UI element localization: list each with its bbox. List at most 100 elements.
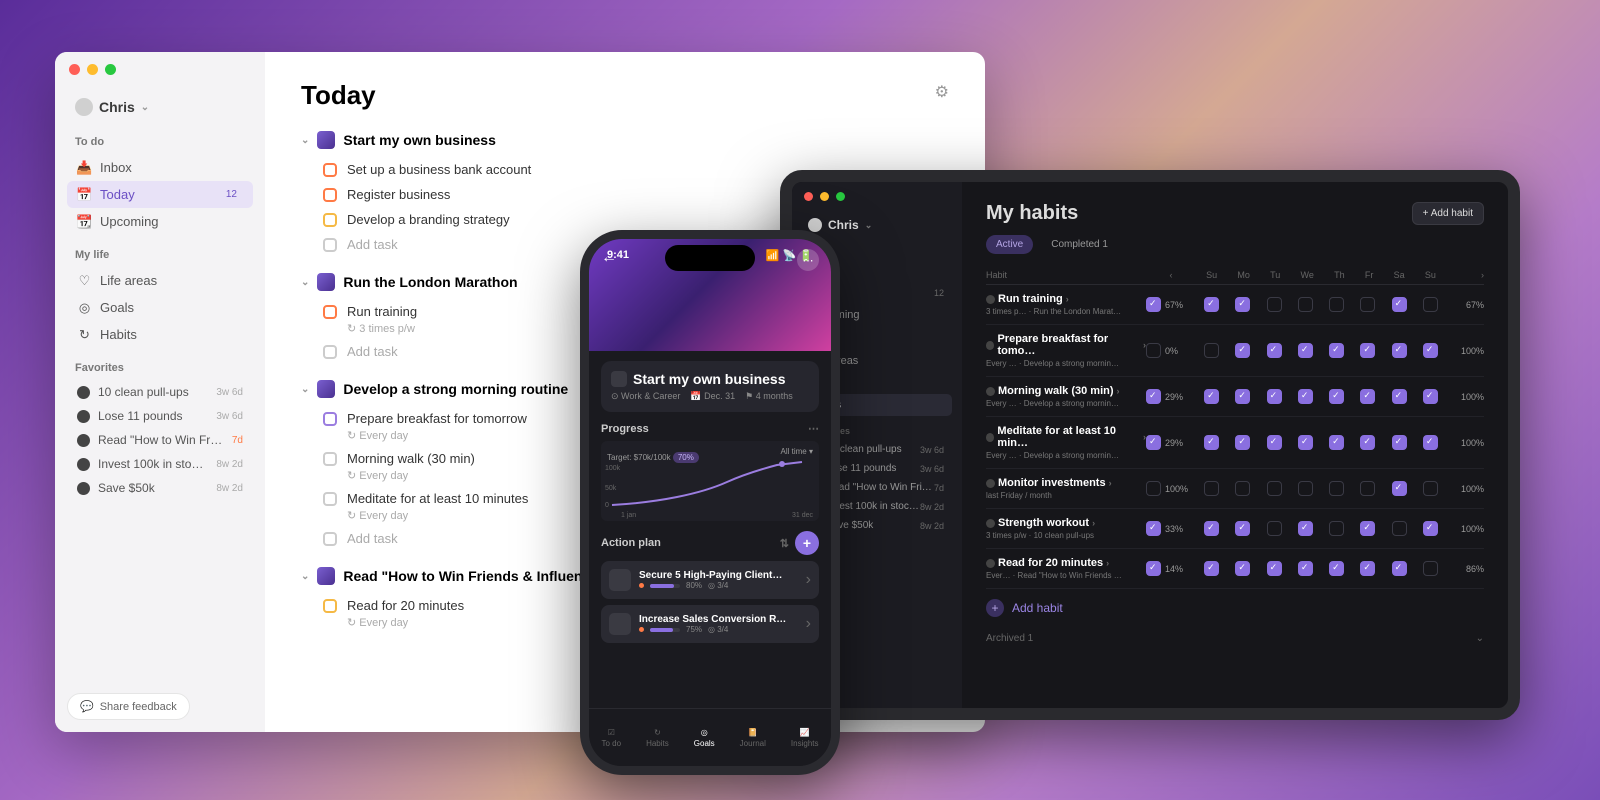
checkbox[interactable] (323, 163, 337, 177)
user-menu[interactable]: Chris ⌄ (67, 92, 253, 122)
tab-goals[interactable]: ◎Goals (694, 728, 715, 748)
habit-checkbox[interactable] (1235, 521, 1250, 536)
back-button[interactable]: ← (601, 249, 617, 267)
tab-insights[interactable]: 📈Insights (791, 728, 819, 748)
checkbox[interactable] (323, 305, 337, 319)
habit-checkbox[interactable] (1235, 561, 1250, 576)
more-icon[interactable]: ⋯ (808, 422, 819, 435)
habit-checkbox[interactable] (1267, 561, 1282, 576)
habit-checkbox[interactable] (1329, 561, 1344, 576)
habit-checkbox[interactable] (1204, 481, 1219, 496)
habit-checkbox[interactable] (1146, 389, 1161, 404)
habit-checkbox[interactable] (1267, 389, 1282, 404)
habit-checkbox[interactable] (1329, 521, 1344, 536)
tab-completed[interactable]: Completed 1 (1041, 235, 1118, 254)
habit-checkbox[interactable] (1360, 297, 1375, 312)
checkbox[interactable] (323, 532, 337, 546)
archived-section[interactable]: Archived 1⌄ (986, 633, 1484, 644)
habit-checkbox[interactable] (1423, 435, 1438, 450)
habit-checkbox[interactable] (1235, 481, 1250, 496)
checkbox[interactable] (323, 599, 337, 613)
habit-info[interactable]: Read for 20 minutes ›Ever… · Read "How t… (986, 557, 1146, 580)
habit-checkbox[interactable] (1267, 521, 1282, 536)
nav-today[interactable]: 📅Today12 (67, 181, 253, 208)
habit-checkbox[interactable] (1298, 481, 1313, 496)
habit-checkbox[interactable] (1423, 521, 1438, 536)
tab-habits[interactable]: ↻Habits (646, 728, 669, 748)
filter-icon[interactable]: ⚙ (935, 82, 949, 102)
habit-checkbox[interactable] (1267, 481, 1282, 496)
sort-icon[interactable]: ⇅ (780, 537, 789, 550)
habit-checkbox[interactable] (1235, 297, 1250, 312)
habit-checkbox[interactable] (1423, 561, 1438, 576)
tab-journal[interactable]: 📔Journal (740, 728, 766, 748)
tab-todo[interactable]: ☑To do (602, 728, 622, 748)
habit-checkbox[interactable] (1423, 297, 1438, 312)
checkbox[interactable] (323, 238, 337, 252)
add-habit-button[interactable]: + Add habit (1412, 202, 1484, 225)
habit-checkbox[interactable] (1267, 297, 1282, 312)
habit-checkbox[interactable] (1392, 481, 1407, 496)
habit-checkbox[interactable] (1360, 435, 1375, 450)
habit-info[interactable]: Run training ›3 times p… · Run the Londo… (986, 293, 1146, 316)
nav-goals[interactable]: ◎Goals (67, 294, 253, 321)
habit-checkbox[interactable] (1146, 343, 1161, 358)
action-plan-item[interactable]: Secure 5 High-Paying Client…80%◎ 3/4› (601, 561, 819, 599)
habit-checkbox[interactable] (1146, 561, 1161, 576)
habit-checkbox[interactable] (1329, 343, 1344, 358)
habit-checkbox[interactable] (1392, 561, 1407, 576)
habit-info[interactable]: Meditate for at least 10 min… ›Every … ·… (986, 425, 1146, 460)
habit-checkbox[interactable] (1329, 435, 1344, 450)
checkbox[interactable] (323, 345, 337, 359)
habit-checkbox[interactable] (1298, 435, 1313, 450)
favorite-item[interactable]: Save $50k8w 2d (67, 476, 253, 500)
habit-checkbox[interactable] (1146, 481, 1161, 496)
habit-checkbox[interactable] (1423, 481, 1438, 496)
habit-checkbox[interactable] (1204, 297, 1219, 312)
prev-week-icon[interactable]: ‹ (1170, 270, 1173, 280)
nav-habits[interactable]: ↻Habits (67, 321, 253, 348)
habit-checkbox[interactable] (1360, 561, 1375, 576)
nav-inbox[interactable]: 📥Inbox (67, 154, 253, 181)
habit-checkbox[interactable] (1329, 481, 1344, 496)
habit-checkbox[interactable] (1235, 389, 1250, 404)
habit-checkbox[interactable] (1204, 389, 1219, 404)
action-plan-item[interactable]: Increase Sales Conversion R…75%◎ 3/4› (601, 605, 819, 643)
habit-info[interactable]: Monitor investments ›last Friday / month (986, 477, 1146, 500)
habit-checkbox[interactable] (1298, 521, 1313, 536)
nav-upcoming[interactable]: 📆Upcoming (67, 208, 253, 235)
habit-checkbox[interactable] (1298, 561, 1313, 576)
next-week-icon[interactable]: › (1481, 270, 1484, 280)
habit-checkbox[interactable] (1360, 389, 1375, 404)
habit-checkbox[interactable] (1392, 297, 1407, 312)
habit-checkbox[interactable] (1423, 389, 1438, 404)
habit-checkbox[interactable] (1360, 481, 1375, 496)
habit-checkbox[interactable] (1298, 297, 1313, 312)
habit-checkbox[interactable] (1423, 343, 1438, 358)
habit-checkbox[interactable] (1204, 343, 1219, 358)
habit-checkbox[interactable] (1146, 297, 1161, 312)
habit-checkbox[interactable] (1329, 297, 1344, 312)
habit-info[interactable]: Strength workout ›3 times p/w · 10 clean… (986, 517, 1146, 540)
add-habit-link[interactable]: +Add habit (986, 599, 1484, 617)
habit-checkbox[interactable] (1235, 435, 1250, 450)
checkbox[interactable] (323, 412, 337, 426)
tab-active[interactable]: Active (986, 235, 1033, 254)
checkbox[interactable] (323, 492, 337, 506)
habit-checkbox[interactable] (1360, 343, 1375, 358)
user-menu[interactable]: Chris⌄ (802, 214, 952, 236)
checkbox[interactable] (323, 188, 337, 202)
habit-checkbox[interactable] (1298, 343, 1313, 358)
habit-checkbox[interactable] (1392, 435, 1407, 450)
habit-checkbox[interactable] (1204, 561, 1219, 576)
checkbox[interactable] (323, 452, 337, 466)
share-feedback-button[interactable]: 💬Share feedback (67, 693, 190, 720)
habit-info[interactable]: Prepare breakfast for tomo… ›Every … · D… (986, 333, 1146, 368)
habit-checkbox[interactable] (1298, 389, 1313, 404)
add-action-button[interactable]: + (795, 531, 819, 555)
habit-checkbox[interactable] (1146, 521, 1161, 536)
habit-checkbox[interactable] (1392, 521, 1407, 536)
habit-checkbox[interactable] (1146, 435, 1161, 450)
nav-life-areas[interactable]: ♡Life areas (67, 267, 253, 294)
goal-header[interactable]: ⌄Start my own business (301, 131, 949, 149)
